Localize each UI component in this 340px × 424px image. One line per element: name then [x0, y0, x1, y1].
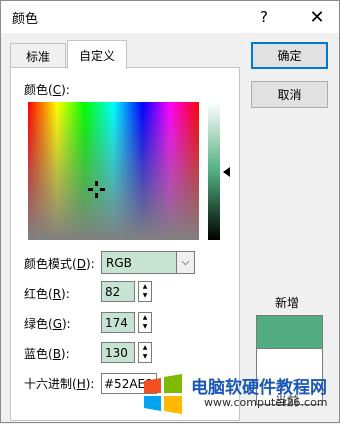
- ok-button[interactable]: 确定: [251, 42, 328, 69]
- spin-up-icon[interactable]: ▲: [139, 282, 151, 291]
- spin-up-icon[interactable]: ▲: [139, 343, 151, 352]
- color-mode-label: 颜色模式(D):: [24, 257, 95, 271]
- dialog-title: 颜色: [12, 12, 39, 27]
- help-button[interactable]: ?: [248, 1, 280, 33]
- blue-input[interactable]: 130: [101, 342, 135, 363]
- red-input[interactable]: 82: [101, 281, 135, 302]
- spin-up-icon[interactable]: ▲: [139, 313, 151, 322]
- red-label: 红色(R):: [24, 287, 70, 301]
- luminance-slider[interactable]: [208, 102, 220, 240]
- tab-standard[interactable]: 标准: [10, 43, 66, 68]
- blue-stepper[interactable]: ▲ ▼: [138, 342, 152, 363]
- blue-label: 蓝色(B):: [24, 347, 70, 361]
- watermark-title: 电脑软硬件教程网: [191, 378, 327, 398]
- colors-label: 颜色(C):: [24, 83, 70, 97]
- title-bar: 颜色 ? ✕: [1, 1, 339, 33]
- tab-standard-label: 标准: [25, 49, 50, 64]
- spin-down-icon[interactable]: ▼: [139, 352, 151, 361]
- windows-logo-icon: [144, 374, 182, 414]
- luminance-arrow-icon[interactable]: [223, 167, 230, 177]
- crosshair-icon: [88, 181, 105, 198]
- spin-down-icon[interactable]: ▼: [139, 322, 151, 331]
- hex-label: 十六进制(H):: [24, 377, 95, 391]
- watermark: 电脑软硬件教程网 www.computer26.com: [142, 369, 340, 424]
- green-input[interactable]: 174: [101, 312, 135, 333]
- green-label: 绿色(G):: [24, 317, 71, 331]
- spin-down-icon[interactable]: ▼: [139, 291, 151, 300]
- green-stepper[interactable]: ▲ ▼: [138, 312, 152, 333]
- color-mode-select[interactable]: RGB ⌵: [101, 251, 195, 274]
- tab-custom[interactable]: 自定义: [67, 40, 127, 69]
- cancel-button[interactable]: 取消: [251, 81, 328, 108]
- color-spectrum[interactable]: [28, 102, 199, 240]
- close-button[interactable]: ✕: [301, 1, 333, 33]
- chevron-down-icon[interactable]: ⌵: [176, 252, 194, 273]
- new-color-swatch: [257, 316, 322, 349]
- red-stepper[interactable]: ▲ ▼: [138, 281, 152, 302]
- tab-custom-label: 自定义: [78, 48, 115, 63]
- new-color-label: 新增: [275, 296, 300, 310]
- watermark-url: www.computer26.com: [204, 396, 328, 409]
- color-dialog: 颜色 ? ✕ 标准 自定义 颜色(C): 颜色模式(D): RGB ⌵ 红色(R…: [0, 0, 340, 423]
- color-mode-value: RGB: [106, 255, 132, 270]
